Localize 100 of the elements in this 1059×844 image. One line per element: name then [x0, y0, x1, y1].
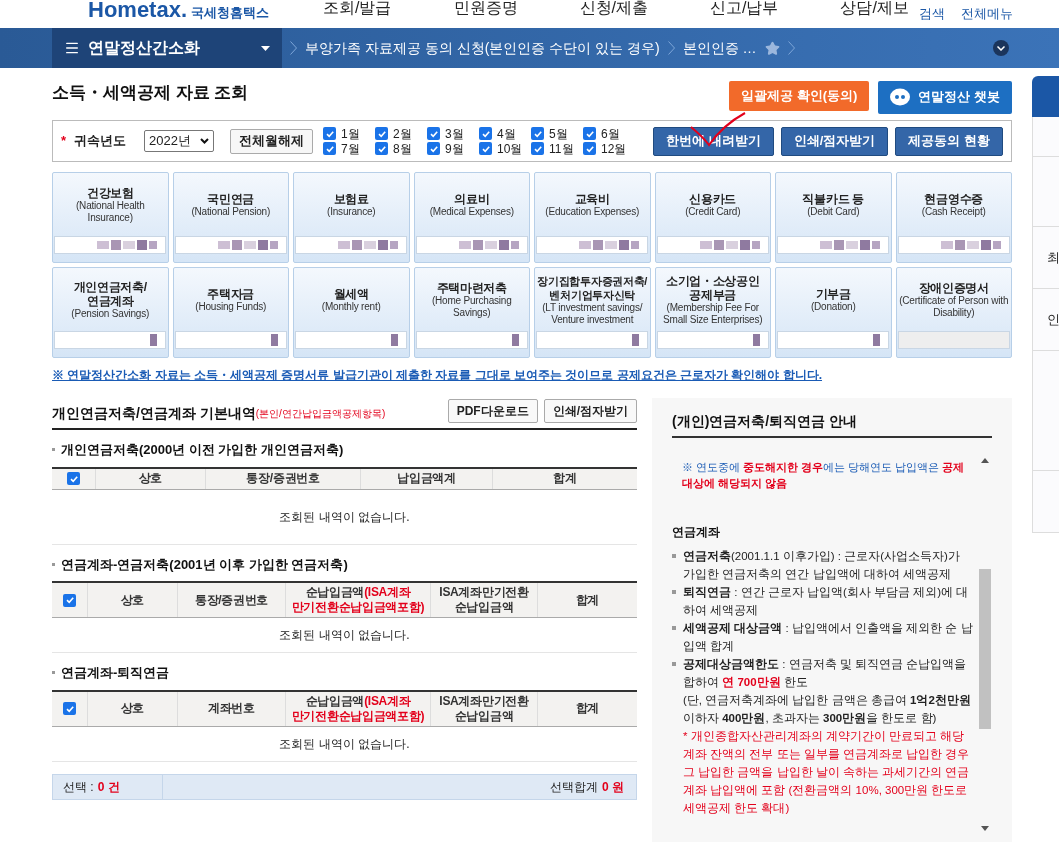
- column-header: 통장/증권번호: [194, 592, 269, 608]
- checkbox[interactable]: [375, 142, 389, 155]
- category-title: 기부금: [815, 286, 851, 301]
- column-header: 순납입금액(ISA계좌 만기전환순납입금액포함): [291, 585, 425, 615]
- star-icon[interactable]: [764, 40, 780, 56]
- checkbox[interactable]: [531, 127, 545, 140]
- checkbox[interactable]: [375, 127, 389, 140]
- category-title: 장애인증명서: [918, 280, 989, 295]
- category-subtitle: (Pension Savings): [71, 307, 150, 320]
- category-title: 의료비: [454, 191, 490, 206]
- checkbox[interactable]: [479, 127, 493, 140]
- month-label: 1월: [341, 126, 360, 141]
- category-card[interactable]: 개인연금저축/ 연금계좌 (Pension Savings): [52, 267, 169, 358]
- breadcrumb-item[interactable]: 부양가족 자료제공 동의 신청(본인인증 수단이 있는 경우): [305, 37, 660, 59]
- category-subtitle: (LT investment savings/ Venture investment: [542, 301, 643, 326]
- section-title: 개인연금저축/연금계좌 기본내역: [52, 403, 256, 423]
- pixelated-value-drawing: [338, 239, 399, 251]
- main-menu-item[interactable]: 상담/제보: [840, 0, 909, 18]
- category-title: 보험료: [333, 191, 369, 206]
- pixelated-value-drawing: [752, 334, 760, 346]
- logo-subtitle: 국세청홈택스: [191, 4, 270, 22]
- checkbox[interactable]: [427, 127, 441, 140]
- clear-months-button[interactable]: 전체월해제: [230, 128, 314, 154]
- checkbox[interactable]: [583, 127, 597, 140]
- scroll-up-icon[interactable]: [981, 457, 989, 463]
- side-menu-item[interactable]: 최: [1032, 227, 1059, 289]
- checkbox[interactable]: [531, 142, 545, 155]
- pixelated-value-drawing: [217, 239, 278, 251]
- pixelated-value-drawing: [511, 334, 519, 346]
- empty-message: 조회된 내역이 없습니다.: [279, 735, 410, 753]
- breadcrumb-item[interactable]: 본인인증 …: [682, 37, 757, 59]
- menu-dropdown[interactable]: 연말정산간소화: [52, 28, 282, 68]
- category-title: 개인연금저축/ 연금계좌: [73, 279, 147, 308]
- selected-label: 선택 :: [63, 778, 94, 796]
- category-card[interactable]: 직불카드 등 (Debit Card): [775, 172, 892, 263]
- category-card[interactable]: 월세액 (Monthly rent): [293, 267, 410, 358]
- page-title: 소득・세액공제 자료 조회: [52, 82, 249, 105]
- chevron-icon: [290, 41, 297, 55]
- column-header: 순납입금액(ISA계좌 만기전환순납입금액포함): [291, 693, 425, 724]
- category-subtitle: (Cash Receipt): [921, 205, 986, 218]
- header-link[interactable]: 전체메뉴: [961, 4, 1013, 24]
- category-card[interactable]: 건강보험 (National Health Insurance): [52, 172, 169, 263]
- checkbox[interactable]: [583, 142, 597, 155]
- month-label: 4월: [497, 126, 516, 141]
- category-card[interactable]: 교육비 (Education Expenses): [534, 172, 651, 263]
- guide-bullet-text: (단, 연금저축계좌에 납입한 금액은 총급여 1억2천만원 이하자 400만원, 초과자는 300만원을 한도로 함): [683, 693, 972, 726]
- main-menu-item[interactable]: 민원증명: [453, 0, 518, 18]
- year-select[interactable]: 2022년: [144, 130, 215, 152]
- category-card[interactable]: 기부금 (Donation): [775, 267, 892, 358]
- checkbox[interactable]: [67, 472, 80, 485]
- category-title: 현금영수증: [924, 191, 983, 206]
- category-subtitle: (Certificate of Person with Disability): [899, 294, 1009, 319]
- month-label: 9월: [445, 141, 464, 156]
- checkbox[interactable]: [479, 142, 493, 155]
- chevron-down-icon: [997, 45, 1005, 51]
- category-card[interactable]: 주택마련저축 (Home Purchasing Savings): [413, 267, 530, 358]
- empty-message: 조회된 내역이 없습니다.: [279, 508, 410, 526]
- category-card[interactable]: 보험료 (Insurance): [293, 172, 410, 263]
- column-header: 상호: [120, 592, 145, 608]
- checkbox[interactable]: [427, 142, 441, 155]
- column-header: 납입금액계: [397, 471, 456, 486]
- section-button[interactable]: 인쇄/점자받기: [543, 399, 637, 423]
- notice-link[interactable]: ※ 연말정산간소화 자료는 소득・세액공제 증명서류 발급기관이 제출한 자료를 그대로 보여주는 것이므로 공제요건은 근로자가 확인해야 합니다.: [52, 366, 1012, 384]
- column-header: 상호: [120, 701, 145, 716]
- hometax-logo[interactable]: Hometax.: [88, 0, 188, 24]
- category-subtitle: (Education Expenses): [545, 205, 640, 218]
- header-link[interactable]: 검색: [919, 4, 945, 24]
- checkbox[interactable]: [63, 702, 76, 715]
- main-menu-item[interactable]: 신청/제출: [579, 0, 648, 18]
- chatbot-button[interactable]: 연말정산 챗봇: [878, 80, 1012, 114]
- main-menu-item[interactable]: 신고/납부: [709, 0, 779, 18]
- month-label: 10월: [497, 141, 523, 156]
- category-title: 주택마련저축: [436, 280, 507, 295]
- category-card[interactable]: 국민연금 (National Pension): [172, 172, 289, 263]
- category-card[interactable]: 장기집합투자증권저축/ 벤처기업투자신탁 (LT investment savings/ Venture investment: [534, 267, 651, 358]
- category-subtitle: (Membership Fee For Small Size Enterprises): [663, 301, 763, 326]
- pixelated-value-drawing: [699, 239, 760, 251]
- pixelated-value-drawing: [940, 239, 1001, 251]
- expand-button[interactable]: [993, 40, 1009, 56]
- main-menu-item[interactable]: 조회/발급: [323, 0, 392, 18]
- category-title: 교육비: [574, 191, 610, 206]
- category-subtitle: (Home Purchasing Savings): [431, 294, 512, 319]
- action-button[interactable]: 제공동의 현황: [895, 126, 1003, 156]
- section-button[interactable]: PDF다운로드: [447, 399, 538, 423]
- action-button[interactable]: 인쇄/점자받기: [780, 126, 889, 156]
- side-menu-item[interactable]: 인: [1032, 289, 1059, 351]
- column-header: ISA계좌만기전환 순납입금액: [439, 693, 529, 724]
- checkbox[interactable]: [323, 142, 337, 155]
- category-card[interactable]: 소기업・소상공인 공제부금 (Membership Fee For Small Size Enterprises): [654, 267, 771, 358]
- category-card[interactable]: 주택자금 (Housing Funds): [172, 267, 289, 358]
- category-card[interactable]: 현금영수증 (Cash Receipt): [895, 172, 1012, 263]
- category-subtitle: (Credit Card): [685, 205, 741, 218]
- checkbox[interactable]: [63, 593, 76, 607]
- category-card[interactable]: 신용카드 (Credit Card): [654, 172, 771, 263]
- column-header: 상호: [138, 471, 163, 486]
- category-card[interactable]: 의료비 (Medical Expenses): [413, 172, 530, 263]
- checkbox[interactable]: [323, 127, 337, 140]
- column-header: 합계: [575, 592, 600, 608]
- scroll-down-icon[interactable]: [981, 826, 989, 832]
- category-subtitle: (Donation): [810, 300, 856, 313]
